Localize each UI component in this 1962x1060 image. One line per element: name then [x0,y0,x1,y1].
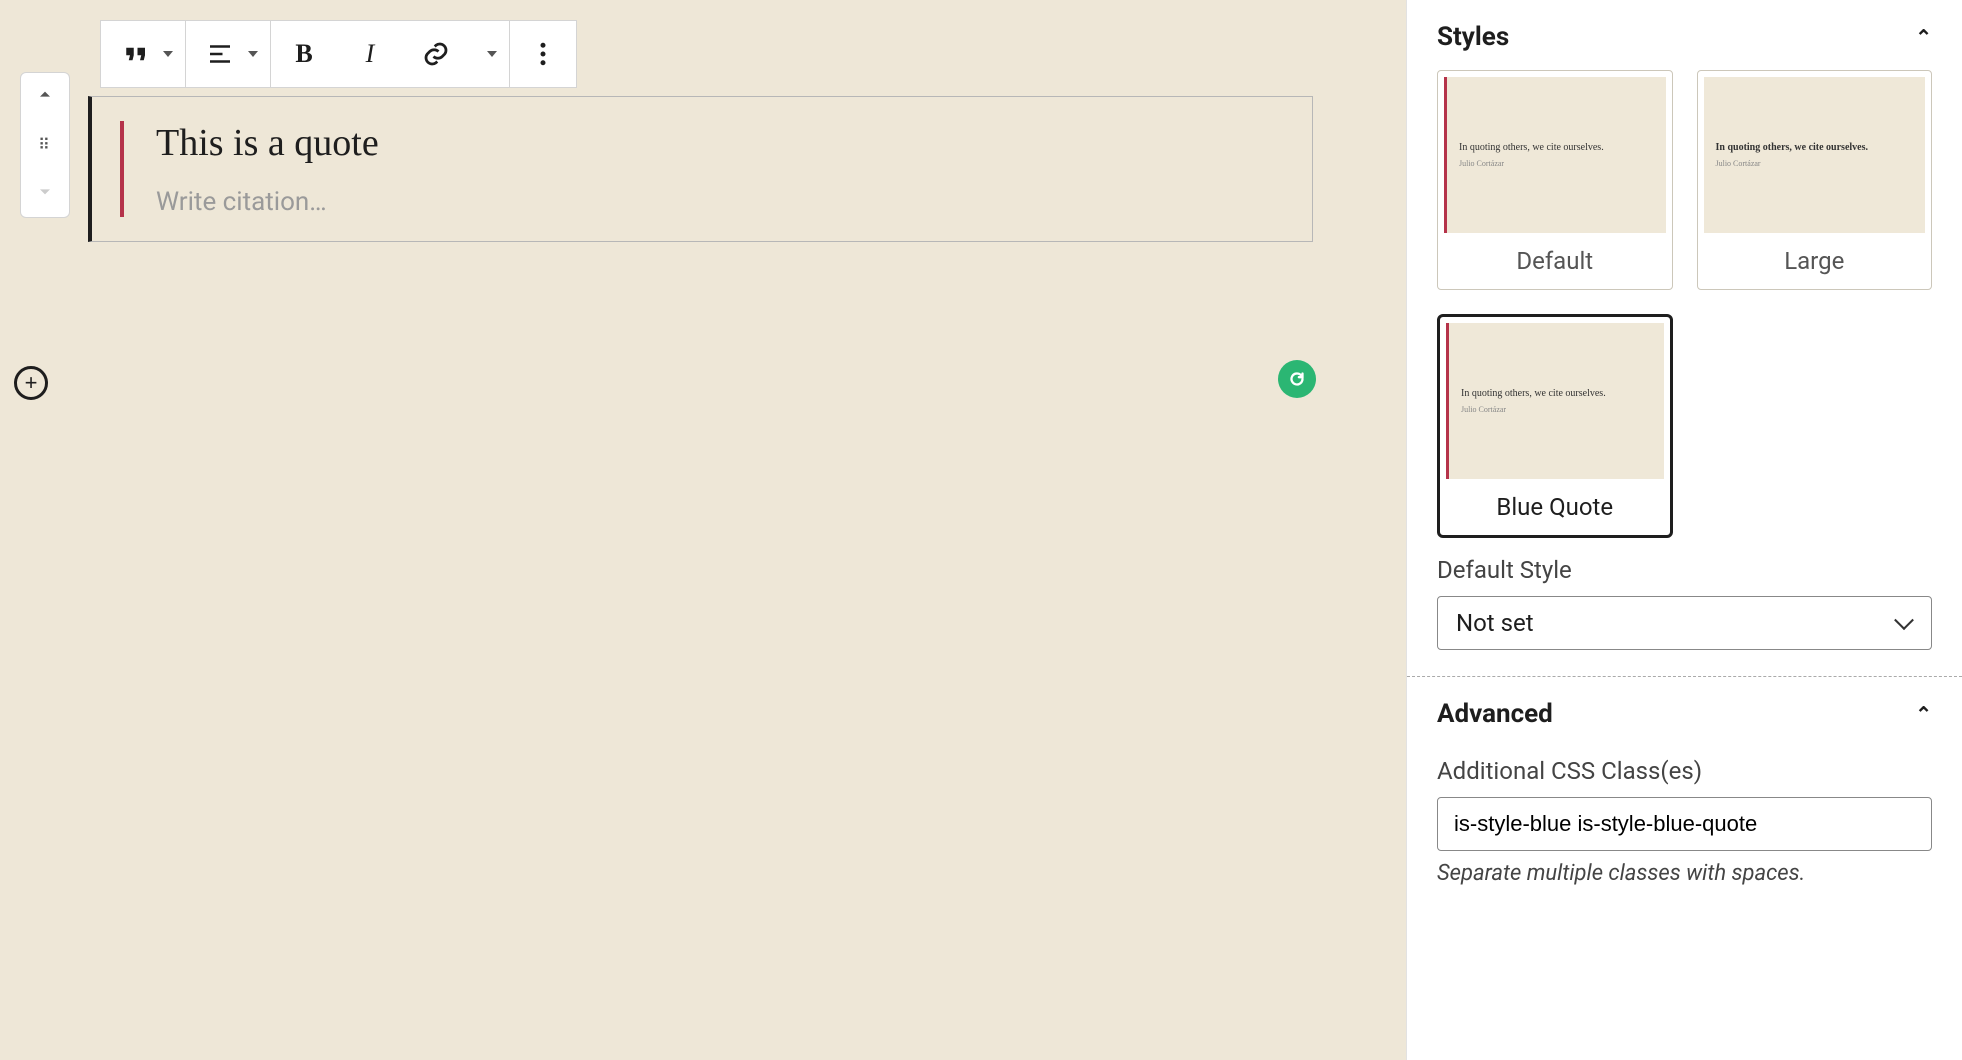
advanced-panel-title: Advanced [1437,699,1553,729]
advanced-panel-body: Additional CSS Class(es) Separate multip… [1407,757,1962,912]
bold-button[interactable]: B [271,21,337,87]
preview-quote: In quoting others, we cite ourselves. [1459,142,1654,153]
style-preview: In quoting others, we cite ourselves. Ju… [1704,77,1926,233]
quote-inner: This is a quote [120,121,1278,217]
css-classes-input[interactable] [1437,797,1932,851]
more-options-button[interactable] [510,21,576,87]
style-option-default[interactable]: In quoting others, we cite ourselves. Ju… [1437,70,1673,290]
chevron-up-icon: ⌃ [1915,702,1932,726]
settings-sidebar: Styles ⌃ In quoting others, we cite ours… [1406,0,1962,1060]
style-option-large[interactable]: In quoting others, we cite ourselves. Ju… [1697,70,1933,290]
css-classes-help: Separate multiple classes with spaces. [1437,861,1932,886]
block-mover: ⠿ [20,72,70,218]
grammarly-icon [1286,368,1308,390]
quote-icon [120,39,150,69]
style-option-label: Blue Quote [1496,479,1613,529]
chevron-up-icon: ⌃ [1915,25,1932,49]
block-type-quote-button[interactable] [101,21,185,87]
default-style-select[interactable]: Not set [1437,596,1932,650]
css-classes-label: Additional CSS Class(es) [1437,757,1932,785]
style-option-blue-quote[interactable]: In quoting others, we cite ourselves. Ju… [1437,314,1673,538]
style-preview: In quoting others, we cite ourselves. Ju… [1444,77,1666,233]
default-style-label: Default Style [1437,556,1932,584]
block-toolbar: B I [100,20,577,88]
preview-quote: In quoting others, we cite ourselves. [1716,142,1914,153]
editor-canvas: ⠿ B I [0,0,1406,1060]
align-button[interactable] [186,21,270,87]
kebab-icon [528,39,558,69]
default-style-value: Not set [1456,609,1534,637]
preview-cite: Julio Cortázar [1461,405,1652,414]
move-up-button[interactable] [21,73,69,121]
link-button[interactable] [403,21,469,87]
quote-text-input[interactable]: This is a quote [156,121,1278,165]
advanced-panel-toggle[interactable]: Advanced ⌃ [1407,677,1962,747]
link-icon [421,39,451,69]
add-block-button[interactable]: + [14,366,48,400]
styles-panel-body: In quoting others, we cite ourselves. Ju… [1407,70,1962,676]
more-rich-text-button[interactable] [469,21,509,87]
style-option-label: Large [1784,233,1844,283]
style-preview: In quoting others, we cite ourselves. Ju… [1446,323,1664,479]
style-options-grid: In quoting others, we cite ourselves. Ju… [1437,70,1932,538]
grammarly-badge[interactable] [1278,360,1316,398]
style-option-label: Default [1516,233,1593,283]
quote-citation-input[interactable] [156,187,1278,217]
styles-panel-toggle[interactable]: Styles ⌃ [1407,0,1962,70]
italic-button[interactable]: I [337,21,403,87]
drag-handle-icon[interactable]: ⠿ [21,121,69,169]
styles-panel-title: Styles [1437,22,1509,52]
move-down-button[interactable] [21,169,69,217]
preview-quote: In quoting others, we cite ourselves. [1461,388,1652,399]
align-left-icon [205,39,235,69]
quote-block[interactable]: This is a quote [88,96,1313,242]
preview-cite: Julio Cortázar [1459,159,1654,168]
preview-cite: Julio Cortázar [1716,159,1914,168]
plus-icon: + [25,372,38,394]
